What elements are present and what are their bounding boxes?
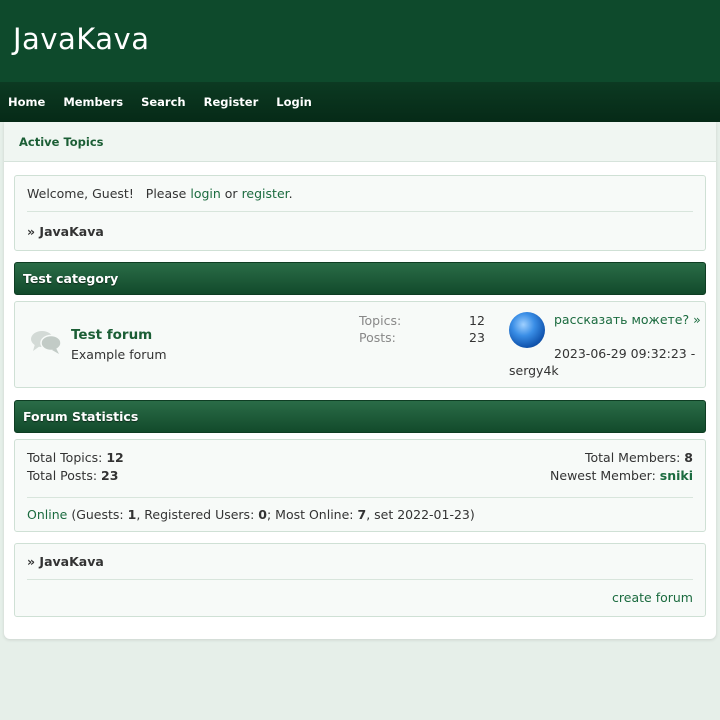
site-header: JavaKava (0, 0, 720, 82)
most-online-label: ; Most Online: (266, 507, 354, 522)
divider (27, 497, 693, 498)
registered-label: , Registered Users: (136, 507, 255, 522)
nav-register[interactable]: Register (204, 95, 259, 109)
nav-search[interactable]: Search (141, 95, 186, 109)
topics-label: Topics: (359, 313, 402, 328)
footer-breadcrumb[interactable]: » JavaKava (27, 554, 104, 569)
total-topics-label: Total Topics: (27, 450, 103, 465)
topics-count: 12 (469, 313, 485, 328)
forum-title-link[interactable]: Test forum (71, 327, 152, 343)
newest-member-link[interactable]: sniki (660, 468, 693, 483)
statistics-header: Forum Statistics (14, 400, 706, 433)
last-post-user: sergy4k (509, 363, 559, 378)
online-link[interactable]: Online (27, 507, 67, 522)
footer-box: » JavaKava create forum (14, 543, 706, 617)
divider (27, 211, 693, 212)
subnav-bar: Active Topics (4, 122, 716, 162)
login-link[interactable]: login (190, 186, 220, 201)
total-posts-value: 23 (101, 468, 119, 483)
welcome-or: or (224, 186, 238, 201)
breadcrumb[interactable]: » JavaKava (27, 224, 104, 239)
posts-label: Posts: (359, 330, 396, 345)
newest-member: Newest Member: sniki (550, 468, 693, 483)
total-posts: Total Posts: 23 (27, 468, 118, 483)
total-members-label: Total Members: (585, 450, 681, 465)
forum-description: Example forum (71, 347, 167, 362)
last-post-link[interactable]: рассказать можете? » (554, 312, 704, 328)
total-topics-value: 12 (106, 450, 124, 465)
total-topics: Total Topics: 12 (27, 450, 124, 465)
divider (27, 579, 693, 580)
welcome-period: . (288, 186, 293, 201)
forum-row: Test forum Example forum Topics: 12 Post… (14, 301, 706, 388)
registered-count: 0 (258, 507, 267, 522)
nav-login[interactable]: Login (276, 95, 312, 109)
register-link[interactable]: register (242, 186, 289, 201)
content-wrapper: Active Topics Welcome, Guest! Please log… (4, 122, 716, 639)
posts-count: 23 (469, 330, 485, 345)
site-title[interactable]: JavaKava (13, 22, 149, 56)
total-members-value: 8 (684, 450, 693, 465)
guests-label: (Guests: (71, 507, 124, 522)
welcome-greeting: Welcome, Guest! (27, 186, 134, 201)
last-post-date: 2023-06-29 09:32:23 - (554, 346, 696, 361)
most-online-date: , set 2022-01-23) (366, 507, 475, 522)
main-navbar: Home Members Search Register Login (0, 82, 720, 122)
create-forum-link[interactable]: create forum (612, 590, 693, 605)
welcome-please: Please (145, 186, 187, 201)
most-online-count: 7 (357, 507, 367, 522)
last-poster-avatar[interactable] (509, 312, 545, 348)
total-posts-label: Total Posts: (27, 468, 98, 483)
newest-member-label: Newest Member: (550, 468, 656, 483)
nav-home[interactable]: Home (8, 95, 45, 109)
category-header[interactable]: Test category (14, 262, 706, 295)
welcome-box: Welcome, Guest! Please login or register… (14, 175, 706, 251)
total-members: Total Members: 8 (585, 450, 693, 465)
online-stats: Online (Guests: 1, Registered Users: 0; … (27, 507, 475, 522)
welcome-message: Welcome, Guest! Please login or register… (27, 186, 293, 201)
nav-members[interactable]: Members (63, 95, 123, 109)
speech-bubbles-icon (31, 331, 62, 354)
statistics-box: Total Topics: 12 Total Posts: 23 Total M… (14, 439, 706, 532)
active-topics-link[interactable]: Active Topics (19, 135, 104, 149)
